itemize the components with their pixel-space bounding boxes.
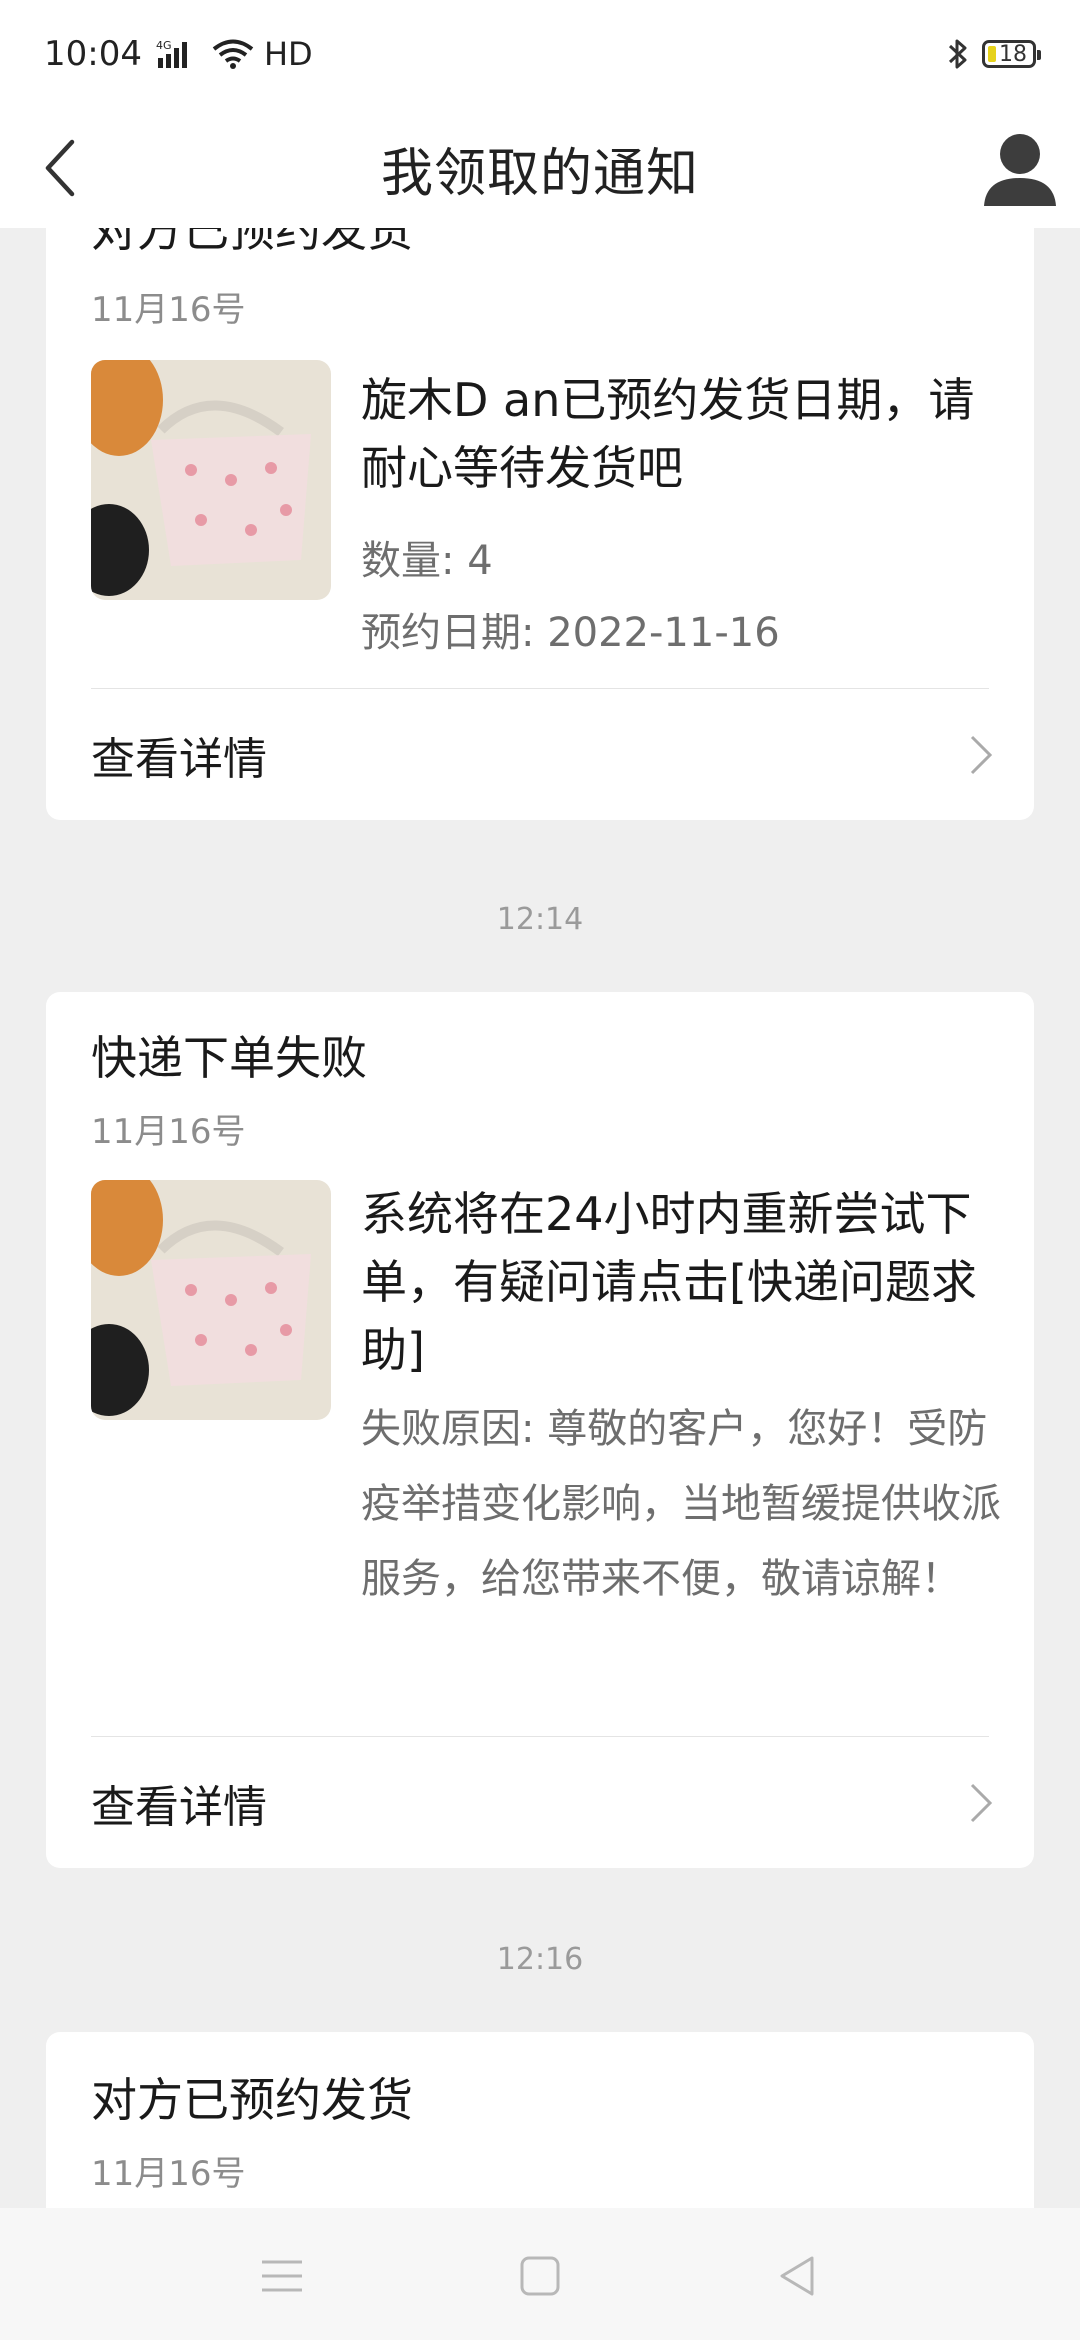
notification-card: 快递下单失败 11月16号 系统将在24小时内重新尝试下单，有疑问请点击[快递问… bbox=[46, 992, 1034, 1868]
battery-percent: 18 bbox=[999, 41, 1027, 67]
failure-reason-text: 失败原因: 尊敬的客户，您好！受防疫举措变化影响，当地暂缓提供收派服务，给您带来… bbox=[361, 1406, 1001, 1602]
user-icon[interactable] bbox=[974, 122, 1066, 214]
home-square-icon[interactable] bbox=[512, 2248, 568, 2304]
cellular-signal-icon: 4G bbox=[156, 39, 187, 68]
card-date: 11月16号 bbox=[91, 290, 246, 330]
card-date: 11月16号 bbox=[91, 1112, 246, 1152]
product-thumbnail[interactable] bbox=[91, 360, 331, 600]
triangle-back-icon[interactable] bbox=[770, 2248, 826, 2304]
battery-level bbox=[988, 46, 996, 62]
bluetooth-icon bbox=[948, 39, 967, 69]
view-details-label: 查看详情 bbox=[91, 1782, 267, 1833]
view-details-button[interactable]: 查看详情 bbox=[46, 1737, 1034, 1869]
notification-message: 系统将在24小时内重新尝试下单，有疑问请点击[快递问题求助] bbox=[361, 1187, 977, 1377]
battery-icon: 18 bbox=[982, 40, 1041, 68]
chevron-right-icon bbox=[970, 735, 993, 775]
product-thumbnail[interactable] bbox=[91, 1180, 331, 1420]
svg-text:4G: 4G bbox=[156, 39, 172, 52]
notification-message: 旋木D an已预约发货日期，请耐心等待发货吧 bbox=[361, 373, 975, 495]
quantity-text: 数量: 4 bbox=[361, 538, 493, 584]
page-header: 我领取的通知 bbox=[0, 108, 1080, 228]
card-title: 对方已预约发货 bbox=[91, 228, 413, 257]
notification-feed[interactable]: 对方已预约发货 11月16号 旋木D an已预约发货日期，请耐心等待发货吧 数量… bbox=[0, 228, 1080, 2208]
card-title: 快递下单失败 bbox=[91, 1031, 367, 1085]
timestamp: 12:14 bbox=[496, 902, 584, 937]
chevron-right-icon bbox=[970, 1783, 993, 1823]
back-icon[interactable] bbox=[22, 128, 102, 208]
notification-card: 对方已预约发货 11月16号 bbox=[46, 2032, 1034, 2208]
menu-icon[interactable] bbox=[254, 2248, 310, 2304]
timestamp: 12:16 bbox=[496, 1942, 584, 1977]
hd-indicator: HD bbox=[263, 35, 313, 73]
status-bar: 10:04 4G HD 18 bbox=[0, 0, 1080, 108]
card-date: 11月16号 bbox=[91, 2154, 246, 2194]
view-details-button[interactable]: 查看详情 bbox=[46, 689, 1034, 821]
notification-card: 对方已预约发货 11月16号 旋木D an已预约发货日期，请耐心等待发货吧 数量… bbox=[46, 228, 1034, 820]
wifi-icon bbox=[212, 39, 254, 69]
status-time: 10:04 bbox=[44, 34, 142, 74]
status-icons: 4G HD bbox=[156, 35, 313, 73]
status-right: 18 bbox=[946, 36, 1041, 72]
system-nav-bar bbox=[0, 2208, 1080, 2340]
view-details-label: 查看详情 bbox=[91, 734, 267, 785]
page-title: 我领取的通知 bbox=[380, 143, 699, 204]
card-title: 对方已预约发货 bbox=[91, 2073, 413, 2127]
appointment-date-text: 预约日期: 2022-11-16 bbox=[361, 610, 780, 656]
